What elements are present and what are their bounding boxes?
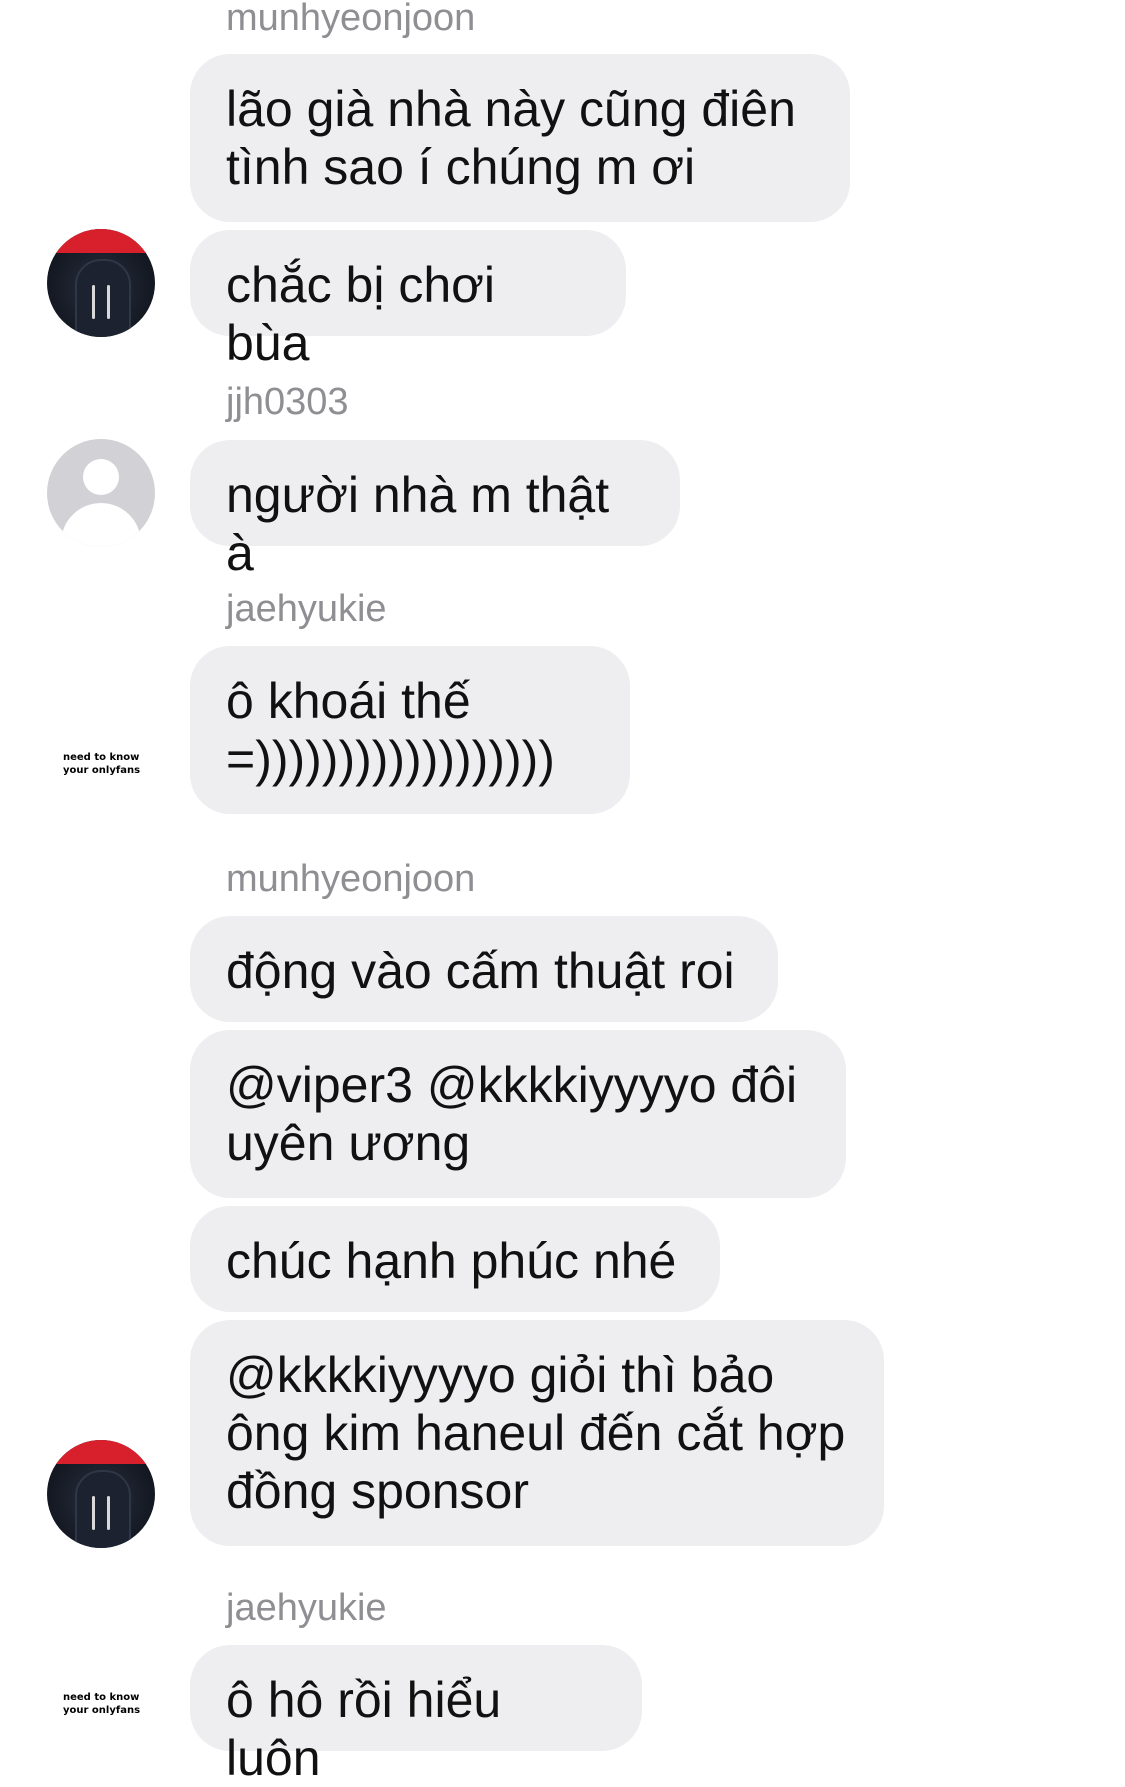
- hoodie-string: [92, 285, 95, 319]
- message-text: @viper3 @kkkkiyyyyo đôi uyên ương: [226, 1057, 798, 1171]
- message-text: ô hô rồi hiểu luôn: [226, 1672, 502, 1786]
- message-bubble[interactable]: người nhà m thật à: [190, 440, 680, 581]
- message-bubble[interactable]: chắc bị chơi bùa: [190, 230, 626, 371]
- sender-name[interactable]: munhyeonjoon: [226, 0, 475, 40]
- message-bubble[interactable]: @kkkkiyyyyo giỏi thì bảo ông kim haneul …: [190, 1320, 884, 1546]
- message-text: ô khoái thế =)))))))))))))))))): [226, 673, 555, 787]
- message-text: chúc hạnh phúc nhé: [226, 1233, 677, 1289]
- avatar-head-shape: [83, 459, 119, 495]
- message-text: người nhà m thật à: [226, 467, 610, 581]
- avatar-text: your onlyfans: [63, 765, 141, 776]
- sender-name[interactable]: jjh0303: [226, 380, 349, 424]
- avatar-text: need to know: [63, 1692, 140, 1703]
- avatar-text: need to know: [63, 752, 140, 763]
- avatar-shoulders-shape: [61, 503, 141, 547]
- user-avatar[interactable]: need to know your onlyfans: [47, 1650, 155, 1758]
- hoodie-string: [92, 1496, 95, 1530]
- default-avatar-icon[interactable]: [47, 439, 155, 547]
- hoodie-string: [107, 1496, 110, 1530]
- message-bubble[interactable]: lão già nhà này cũng điên tình sao í chú…: [190, 54, 850, 222]
- message-bubble[interactable]: chúc hạnh phúc nhé: [190, 1206, 720, 1312]
- avatar-text: your onlyfans: [63, 1705, 141, 1716]
- user-avatar[interactable]: need to know your onlyfans: [47, 710, 155, 818]
- sender-name[interactable]: munhyeonjoon: [226, 857, 475, 901]
- cap-shape: [47, 1440, 155, 1464]
- message-text: lão già nhà này cũng điên tình sao í chú…: [226, 81, 796, 195]
- message-text: @kkkkiyyyyo giỏi thì bảo ông kim haneul …: [226, 1347, 846, 1519]
- message-text: chắc bị chơi bùa: [226, 257, 496, 371]
- sender-name[interactable]: jaehyukie: [226, 587, 387, 631]
- cap-shape: [47, 229, 155, 253]
- sender-name[interactable]: jaehyukie: [226, 1586, 387, 1630]
- hoodie-shape: [75, 1470, 131, 1548]
- user-avatar[interactable]: [47, 1440, 155, 1548]
- message-bubble[interactable]: động vào cấm thuật roi: [190, 916, 778, 1022]
- hoodie-shape: [75, 259, 131, 337]
- message-text: động vào cấm thuật roi: [226, 943, 735, 999]
- user-avatar[interactable]: [47, 229, 155, 337]
- message-bubble[interactable]: ô khoái thế =)))))))))))))))))): [190, 646, 630, 814]
- message-bubble[interactable]: ô hô rồi hiểu luôn: [190, 1645, 642, 1786]
- chat-thread[interactable]: munhyeonjoon lão già nhà này cũng điên t…: [0, 0, 1125, 1787]
- hoodie-string: [107, 285, 110, 319]
- message-bubble[interactable]: @viper3 @kkkkiyyyyo đôi uyên ương: [190, 1030, 846, 1198]
